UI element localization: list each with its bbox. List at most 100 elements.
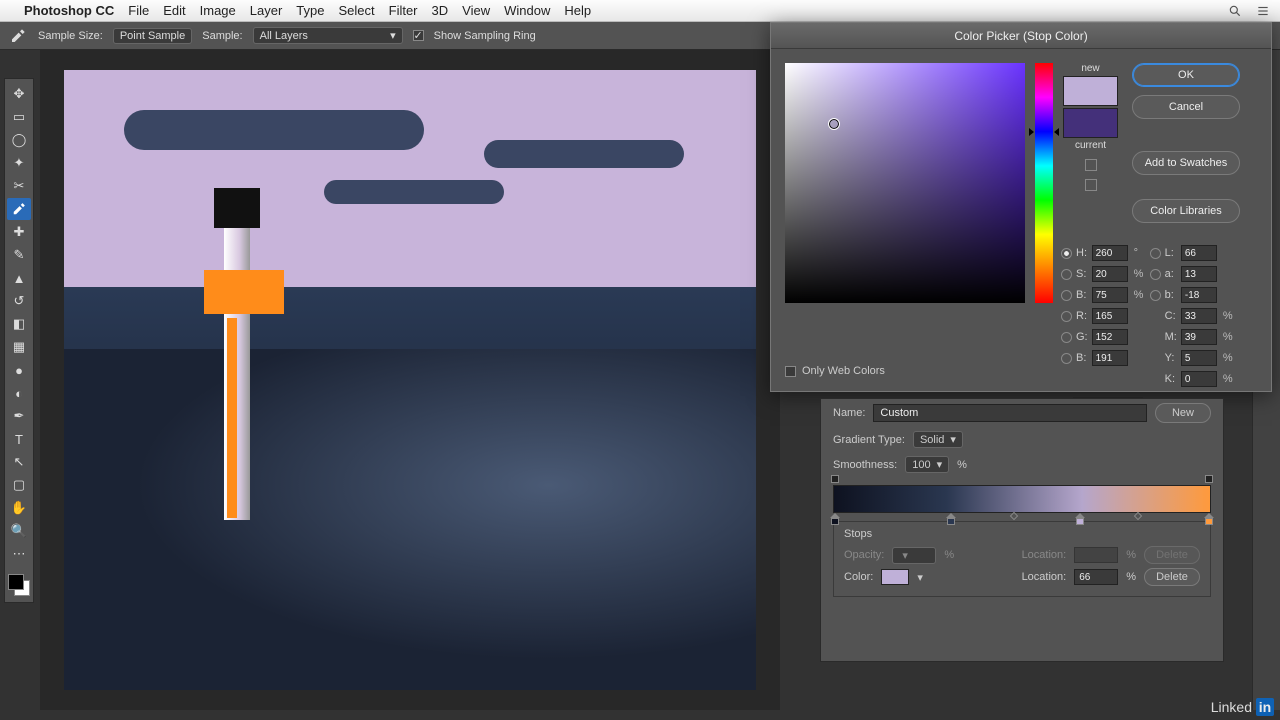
menu-layer[interactable]: Layer	[250, 3, 283, 18]
eyedropper-tool[interactable]	[7, 198, 31, 220]
color-stop-2[interactable]	[946, 513, 956, 525]
midpoint-2[interactable]	[1134, 512, 1142, 520]
crop-tool[interactable]: ✂	[7, 175, 31, 197]
menu-type[interactable]: Type	[296, 3, 324, 18]
a-radio[interactable]: a:	[1150, 268, 1177, 280]
foreground-swatch[interactable]	[8, 574, 24, 590]
opacity-stop-right[interactable]	[1205, 475, 1213, 483]
color-label: Color:	[844, 571, 873, 583]
lab-b-radio[interactable]: b:	[1150, 289, 1177, 301]
wand-tool[interactable]: ✦	[7, 152, 31, 174]
menu-edit[interactable]: Edit	[163, 3, 185, 18]
color-loc-input[interactable]	[1074, 569, 1118, 585]
g-input[interactable]	[1092, 329, 1128, 345]
marquee-tool[interactable]: ▭	[7, 106, 31, 128]
grad-type-dropdown[interactable]: Solid▾	[913, 431, 963, 448]
b-radio[interactable]: B:	[1061, 289, 1088, 301]
color-stop-1[interactable]	[830, 513, 840, 525]
only-web-colors[interactable]: Only Web Colors	[785, 365, 885, 377]
blur-tool[interactable]: ●	[7, 359, 31, 381]
opacity-stop-left[interactable]	[831, 475, 839, 483]
history-brush-tool[interactable]: ↺	[7, 290, 31, 312]
h-input[interactable]	[1092, 245, 1128, 261]
menu-select[interactable]: Select	[338, 3, 374, 18]
sample-size-dropdown[interactable]: Point Sample	[113, 28, 192, 44]
menu-view[interactable]: View	[462, 3, 490, 18]
ok-button[interactable]: OK	[1132, 63, 1240, 87]
midpoint-1[interactable]	[1009, 512, 1017, 520]
pen-tool[interactable]: ✒	[7, 405, 31, 427]
a-input[interactable]	[1181, 266, 1217, 282]
g-radio[interactable]: G:	[1061, 331, 1088, 343]
current-color-swatch[interactable]	[1063, 108, 1118, 138]
menu-3d[interactable]: 3D	[432, 3, 449, 18]
sv-cursor[interactable]	[829, 119, 839, 129]
shape-tool[interactable]: ▢	[7, 474, 31, 496]
menu-file[interactable]: File	[128, 3, 149, 18]
move-tool[interactable]: ✥	[7, 83, 31, 105]
menu-filter[interactable]: Filter	[389, 3, 418, 18]
stamp-tool[interactable]: ▲	[7, 267, 31, 289]
menu-window[interactable]: Window	[504, 3, 550, 18]
owc-label: Only Web Colors	[802, 365, 885, 377]
color-stop-3[interactable]	[1075, 513, 1085, 525]
hue-arrow-right[interactable]	[1054, 128, 1059, 136]
opacity-loc-label: Location:	[1022, 549, 1067, 561]
cancel-button[interactable]: Cancel	[1132, 95, 1240, 119]
chevron-down-icon[interactable]: ▾	[917, 571, 923, 584]
zoom-tool[interactable]: 🔍	[7, 520, 31, 542]
bb-input[interactable]	[1092, 350, 1128, 366]
color-swatches[interactable]	[6, 572, 32, 598]
smoothness-input[interactable]: 100▾	[905, 456, 949, 473]
r-radio[interactable]: R:	[1061, 310, 1088, 322]
brush-tool[interactable]: ✎	[7, 244, 31, 266]
l-input[interactable]	[1181, 245, 1217, 261]
c-input[interactable]	[1181, 308, 1217, 324]
menu-list-icon[interactable]	[1256, 4, 1270, 18]
search-icon[interactable]	[1228, 4, 1242, 18]
color-stop-4[interactable]	[1204, 513, 1214, 525]
color-delete-button[interactable]: Delete	[1144, 568, 1200, 586]
hand-tool[interactable]: ✋	[7, 497, 31, 519]
hue-slider[interactable]	[1035, 63, 1053, 303]
b2-radio[interactable]: B:	[1061, 352, 1088, 364]
add-swatches-button[interactable]: Add to Swatches	[1132, 151, 1240, 175]
k-input[interactable]	[1181, 371, 1217, 387]
eraser-tool[interactable]: ◧	[7, 313, 31, 335]
h-radio[interactable]: H:	[1061, 247, 1088, 259]
heal-tool[interactable]: ✚	[7, 221, 31, 243]
m-input[interactable]	[1181, 329, 1217, 345]
app-name[interactable]: Photoshop CC	[24, 3, 114, 18]
menu-help[interactable]: Help	[564, 3, 591, 18]
s-input[interactable]	[1092, 266, 1128, 282]
grad-name-input[interactable]	[873, 404, 1147, 422]
gradient-tool[interactable]: ▦	[7, 336, 31, 358]
new-label: new	[1081, 63, 1099, 74]
gradient-editor: Name: New Gradient Type: Solid▾ Smoothne…	[820, 398, 1224, 662]
s-radio[interactable]: S:	[1061, 268, 1088, 280]
r-input[interactable]	[1092, 308, 1128, 324]
menu-image[interactable]: Image	[200, 3, 236, 18]
websafe-icon[interactable]	[1085, 179, 1097, 191]
lasso-tool[interactable]: ◯	[7, 129, 31, 151]
gradient-bar[interactable]	[833, 485, 1211, 513]
owc-checkbox[interactable]	[785, 366, 796, 377]
y-input[interactable]	[1181, 350, 1217, 366]
hue-arrow-left[interactable]	[1029, 128, 1034, 136]
lab-b-input[interactable]	[1181, 287, 1217, 303]
saturation-value-field[interactable]	[785, 63, 1025, 303]
type-tool[interactable]: T	[7, 428, 31, 450]
l-radio[interactable]: L:	[1150, 247, 1177, 259]
cube-icon[interactable]	[1085, 159, 1097, 171]
show-ring-checkbox[interactable]: ✓	[413, 30, 424, 41]
sample-dropdown[interactable]: All Layers▾	[253, 27, 403, 44]
path-tool[interactable]: ↖	[7, 451, 31, 473]
bv-input[interactable]	[1092, 287, 1128, 303]
stop-color-swatch[interactable]	[881, 569, 909, 585]
document-canvas[interactable]	[40, 50, 780, 710]
color-libraries-button[interactable]: Color Libraries	[1132, 199, 1240, 223]
y-label: Y:	[1150, 352, 1177, 364]
edit-toolbar[interactable]: ⋯	[7, 543, 31, 565]
dodge-tool[interactable]: ◐	[7, 382, 31, 404]
grad-new-button[interactable]: New	[1155, 403, 1211, 423]
